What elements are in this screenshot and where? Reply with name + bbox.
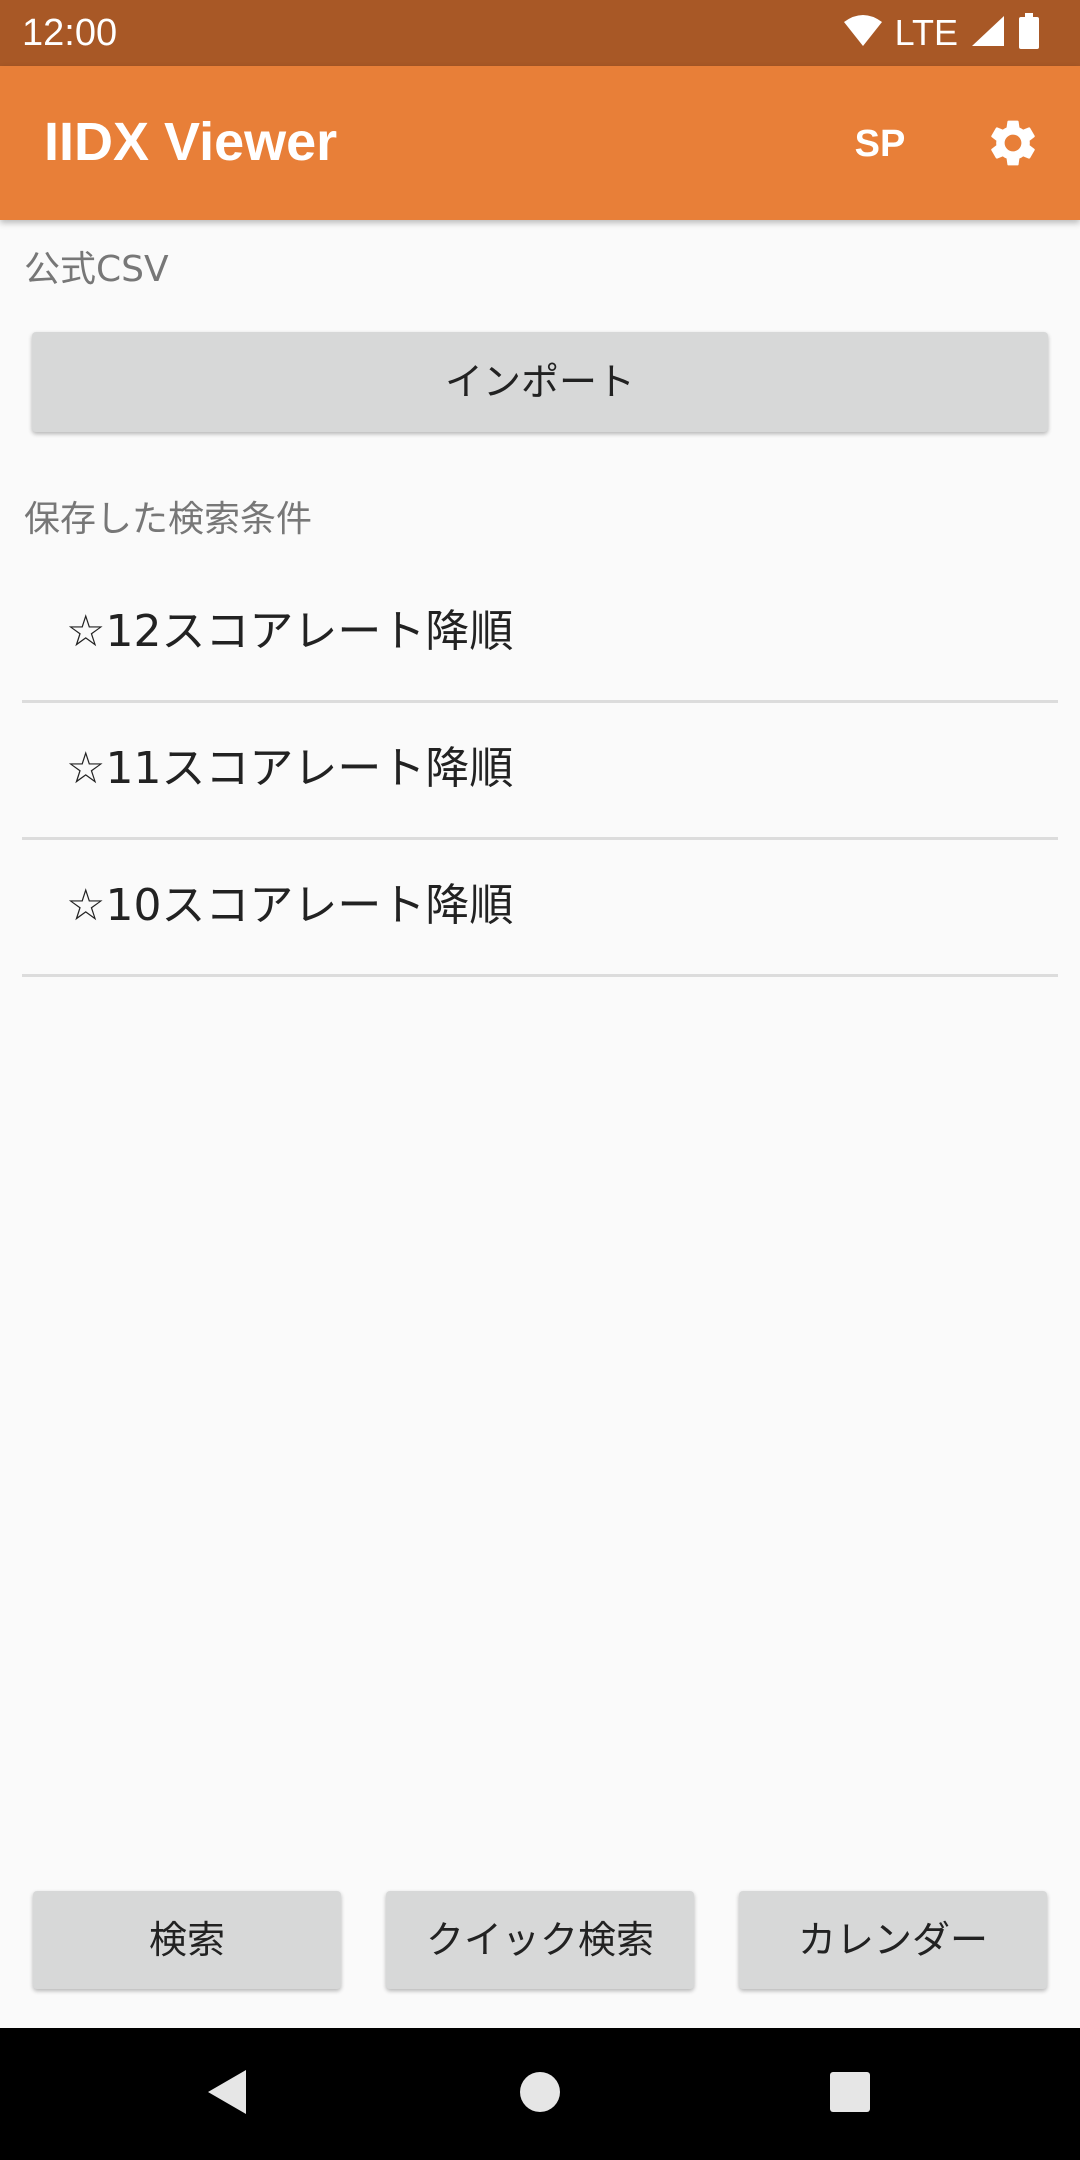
status-icons: LTE xyxy=(843,10,1040,56)
status-time: 12:00 xyxy=(22,12,118,54)
gear-icon xyxy=(985,115,1041,175)
navigation-bar xyxy=(0,2028,1080,2160)
back-button[interactable] xyxy=(196,2064,256,2124)
app-title: IIDX Viewer xyxy=(44,112,338,172)
recents-icon xyxy=(828,2070,872,2118)
import-button[interactable]: インポート xyxy=(32,332,1048,432)
mode-toggle-button[interactable]: SP xyxy=(840,114,920,174)
search-button[interactable]: 検索 xyxy=(33,1891,341,1989)
official-csv-label: 公式CSV xyxy=(24,249,169,290)
wifi-icon xyxy=(843,14,883,52)
battery-icon xyxy=(1018,13,1040,53)
saved-searches-label: 保存した検索条件 xyxy=(24,499,313,540)
saved-search-item[interactable]: ☆10スコアレート降順 xyxy=(22,840,1058,977)
signal-icon xyxy=(970,14,1006,52)
saved-search-label: ☆12スコアレート降順 xyxy=(66,606,514,657)
back-icon xyxy=(204,2068,248,2120)
app-bar: IIDX Viewer SP xyxy=(0,66,1080,220)
status-bar: 12:00 LTE xyxy=(0,0,1080,66)
saved-search-item[interactable]: ☆11スコアレート降順 xyxy=(22,703,1058,840)
saved-search-label: ☆10スコアレート降順 xyxy=(66,880,514,931)
saved-search-label: ☆11スコアレート降順 xyxy=(66,743,514,794)
quick-search-button[interactable]: クイック検索 xyxy=(386,1891,694,1989)
saved-search-item[interactable]: ☆12スコアレート降順 xyxy=(22,566,1058,703)
screen: 12:00 LTE IIDX Viewer SP 公式CSV インポート 保存し… xyxy=(0,0,1080,2160)
calendar-button[interactable]: カレンダー xyxy=(739,1891,1047,1989)
recents-button[interactable] xyxy=(820,2064,880,2124)
saved-search-list: ☆12スコアレート降順 ☆11スコアレート降順 ☆10スコアレート降順 xyxy=(22,566,1058,977)
home-button[interactable] xyxy=(510,2064,570,2124)
home-icon xyxy=(518,2070,562,2118)
settings-button[interactable] xyxy=(978,110,1048,180)
network-type: LTE xyxy=(894,12,958,53)
